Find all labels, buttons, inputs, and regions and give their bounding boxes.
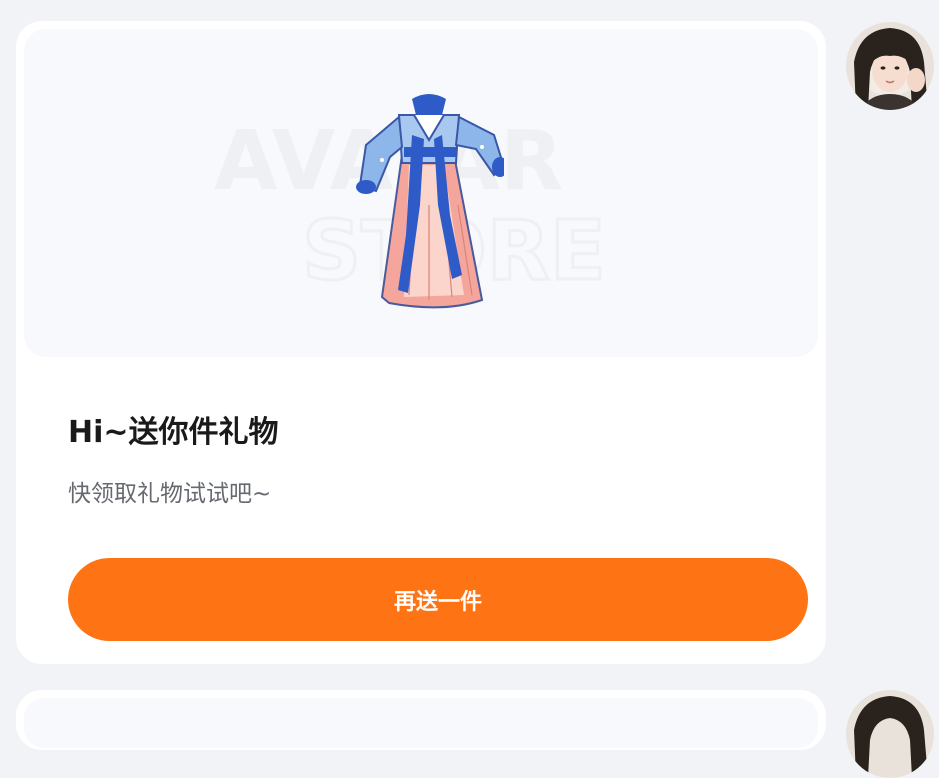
- gift-message-card: AVATAR STORE: [16, 21, 826, 664]
- send-another-button[interactable]: 再送一件: [68, 558, 808, 641]
- user-avatar-photo: [846, 690, 934, 778]
- sender-avatar[interactable]: [846, 22, 934, 110]
- sender-avatar[interactable]: [846, 690, 934, 778]
- gift-title: Hi~送你件礼物: [68, 415, 279, 450]
- gift-preview-area[interactable]: AVATAR STORE: [24, 29, 818, 357]
- next-message-card: [16, 690, 826, 750]
- user-avatar-photo: [846, 22, 934, 110]
- hanfu-robe-icon: [356, 94, 504, 309]
- gift-subtitle: 快领取礼物试试吧~: [68, 481, 272, 507]
